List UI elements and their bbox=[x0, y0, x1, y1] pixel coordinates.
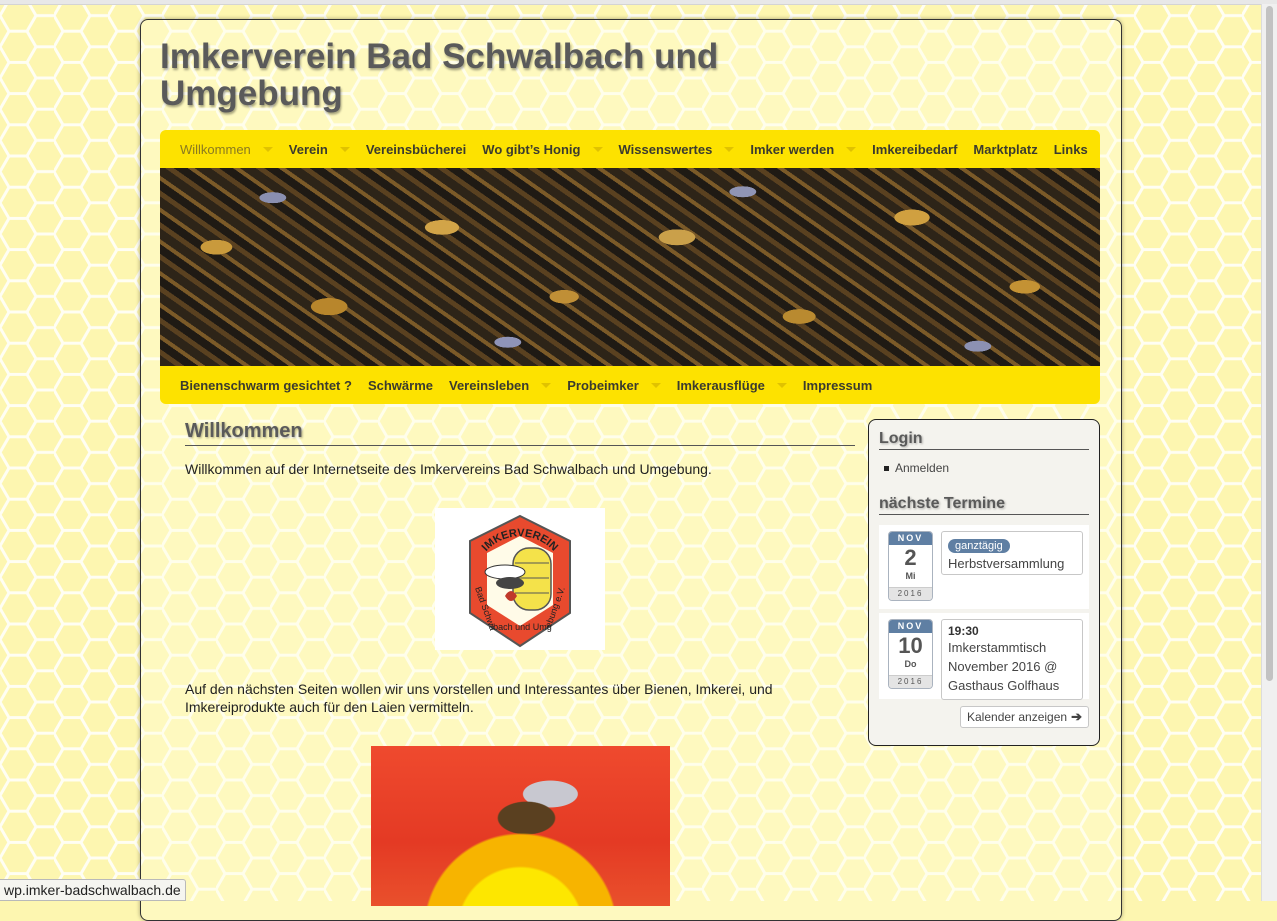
event-details[interactable]: ganztägig Herbstversammlung bbox=[941, 531, 1083, 575]
nav-item-willkommen[interactable]: Willkommen bbox=[172, 142, 281, 157]
nav-item-vereinsleben[interactable]: Vereinsleben bbox=[441, 378, 559, 393]
event-weekday: Mi bbox=[905, 571, 916, 581]
nav-item-wo-gibts-honig[interactable]: Wo gibt’s Honig bbox=[474, 142, 610, 157]
login-widget-title: Login bbox=[879, 430, 1089, 450]
show-calendar-label: Kalender anzeigen bbox=[967, 710, 1068, 724]
intro-text: Willkommen auf der Internetseite des Imk… bbox=[185, 461, 712, 477]
nav-item-links[interactable]: Links bbox=[1046, 142, 1096, 157]
nav-label: Bienenschwarm gesichtet ? bbox=[180, 377, 352, 393]
chevron-down-icon bbox=[846, 146, 857, 152]
chevron-down-icon bbox=[339, 146, 350, 152]
nav-label: Verein bbox=[288, 141, 328, 157]
event-time: 19:30 bbox=[948, 624, 979, 638]
event-day: 10 bbox=[898, 633, 923, 658]
nav-label: Probeimker bbox=[567, 377, 639, 393]
nav-item-wissenswertes[interactable]: Wissenswertes bbox=[611, 142, 743, 157]
nav-label: Wissenswertes bbox=[618, 141, 713, 157]
event-item[interactable]: NOV 10 Do 2016 19:30 Imkerstammtisch Nov… bbox=[879, 613, 1089, 700]
calendar-date-icon: NOV 10 Do 2016 bbox=[888, 619, 933, 689]
event-title[interactable]: Herbstversammlung bbox=[948, 554, 1076, 573]
club-logo-graphic: IMKERVEREIN Bad Schwalbach und Umgebung … bbox=[469, 514, 571, 648]
login-link[interactable]: Anmelden bbox=[884, 461, 949, 475]
chevron-down-icon bbox=[650, 382, 661, 388]
event-details[interactable]: 19:30 Imkerstammtisch November 2016 @ Ga… bbox=[941, 619, 1083, 700]
nav-label: Imker werden bbox=[750, 141, 835, 157]
event-month: NOV bbox=[889, 620, 932, 633]
nav-label: Vereinsbücherei bbox=[365, 141, 467, 157]
nav-item-verein[interactable]: Verein bbox=[281, 142, 358, 157]
chevron-down-icon bbox=[776, 382, 787, 388]
nav-item-imkerausfluege[interactable]: Imkerausflüge bbox=[669, 378, 795, 393]
event-weekday: Do bbox=[904, 659, 917, 669]
nav-item-probeimker[interactable]: Probeimker bbox=[559, 378, 669, 393]
chevron-down-icon bbox=[262, 146, 273, 152]
nav-item-impressum[interactable]: Impressum bbox=[795, 378, 880, 393]
nav-item-bienenschwarm[interactable]: Bienenschwarm gesichtet ? bbox=[172, 378, 360, 393]
sidebar: Login Anmelden nächste Termine NOV 2 Mi … bbox=[868, 419, 1100, 746]
event-year: 2016 bbox=[889, 675, 932, 688]
intro-paragraph-2: Auf den nächsten Seiten wollen wir uns v… bbox=[185, 681, 773, 715]
event-month: NOV bbox=[889, 532, 932, 545]
header-bees-image bbox=[160, 168, 1100, 366]
page-title: Willkommen bbox=[185, 420, 855, 446]
nav-label: Schwärme bbox=[367, 377, 433, 393]
all-day-badge: ganztägig bbox=[948, 539, 1010, 553]
event-item[interactable]: NOV 2 Mi 2016 ganztägig Herbstversammlun… bbox=[879, 525, 1089, 609]
calendar-date-icon: NOV 2 Mi 2016 bbox=[888, 531, 933, 601]
scrollbar-thumb[interactable] bbox=[1266, 6, 1273, 681]
chevron-down-icon bbox=[592, 146, 603, 152]
bullet-icon bbox=[884, 465, 889, 471]
nav-item-imker-werden[interactable]: Imker werden bbox=[742, 142, 864, 157]
events-widget-title: nächste Termine bbox=[879, 495, 1089, 515]
bee-on-flower-photo bbox=[371, 746, 670, 906]
chevron-down-icon bbox=[541, 382, 552, 388]
nav-label: Impressum bbox=[802, 377, 873, 393]
arrow-right-icon: ➔ bbox=[1071, 709, 1082, 724]
main-navigation: Willkommen Verein Vereinsbücherei Wo gib… bbox=[160, 130, 1100, 168]
site-title[interactable]: Imkerverein Bad Schwalbach und Umgebung bbox=[160, 38, 800, 112]
secondary-navigation: Bienenschwarm gesichtet ? Schwärme Verei… bbox=[160, 366, 1100, 404]
nav-item-marktplatz[interactable]: Marktplatz bbox=[965, 142, 1045, 157]
login-link-label: Anmelden bbox=[895, 461, 950, 475]
nav-item-vereinsbuecherei[interactable]: Vereinsbücherei bbox=[358, 142, 474, 157]
event-day: 2 bbox=[904, 545, 917, 570]
nav-label: Vereinsleben bbox=[449, 377, 530, 393]
nav-label: Links bbox=[1053, 141, 1088, 157]
nav-label: Willkommen bbox=[180, 141, 251, 157]
nav-label: Imkereibedarf bbox=[872, 141, 958, 157]
nav-item-imkereibedarf[interactable]: Imkereibedarf bbox=[864, 142, 965, 157]
browser-top-edge bbox=[0, 0, 1277, 5]
status-bar-url: wp.imker-badschwalbach.de bbox=[0, 879, 186, 901]
chevron-down-icon bbox=[724, 146, 735, 152]
page-scrollbar[interactable] bbox=[1261, 4, 1277, 901]
nav-label: Wo gibt’s Honig bbox=[482, 141, 581, 157]
event-year: 2016 bbox=[889, 587, 932, 600]
club-logo: IMKERVEREIN Bad Schwalbach und Umgebung … bbox=[435, 508, 605, 650]
event-title[interactable]: Imkerstammtisch November 2016 @ Gasthaus… bbox=[948, 638, 1076, 695]
show-calendar-button[interactable]: Kalender anzeigen ➔ bbox=[960, 706, 1089, 728]
nav-label: Imkerausflüge bbox=[676, 377, 765, 393]
nav-label: Marktplatz bbox=[973, 141, 1038, 157]
nav-item-schwaerme[interactable]: Schwärme bbox=[360, 378, 441, 393]
